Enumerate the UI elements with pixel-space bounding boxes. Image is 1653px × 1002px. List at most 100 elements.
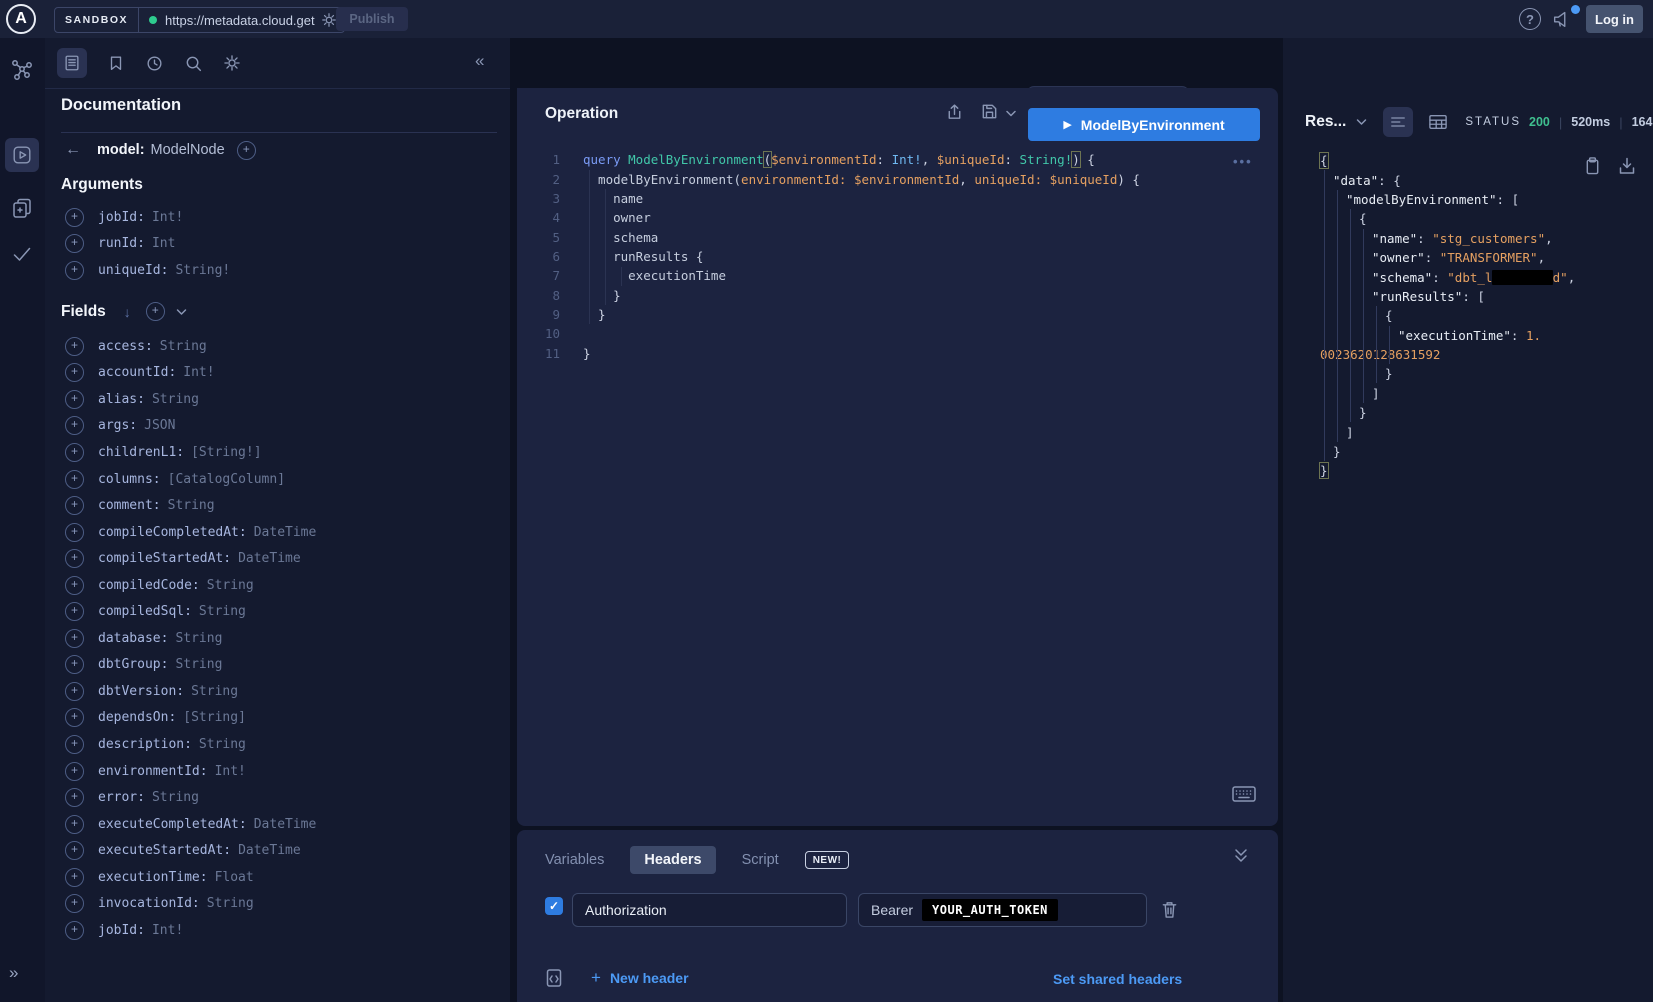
field-type[interactable]: String xyxy=(191,684,238,699)
add-field-icon[interactable]: + xyxy=(65,815,84,834)
field-row[interactable]: + invocationId: String xyxy=(45,890,510,917)
code-line[interactable]: 11} xyxy=(517,343,1257,362)
field-type[interactable]: Int xyxy=(152,236,175,251)
add-field-icon[interactable]: + xyxy=(65,921,84,940)
field-name[interactable]: dbtGroup: xyxy=(98,657,168,672)
field-name[interactable]: comment: xyxy=(98,498,161,513)
expand-rail-icon[interactable]: » xyxy=(9,963,18,983)
field-row[interactable]: +compileCompletedAt:DateTime xyxy=(45,519,510,546)
code-line[interactable]: 5 schema xyxy=(517,227,1257,246)
field-row[interactable]: + dbtVersion: String xyxy=(45,678,510,705)
publish-button[interactable]: Publish xyxy=(336,7,408,31)
field-name[interactable]: columns: xyxy=(98,472,161,487)
pretty-print-icon[interactable] xyxy=(1383,107,1413,137)
add-field-icon[interactable]: + xyxy=(65,841,84,860)
field-name[interactable]: childrenL1: xyxy=(98,445,184,460)
add-field-icon[interactable]: + xyxy=(65,629,84,648)
field-row[interactable]: +childrenL1:[String!] xyxy=(45,439,510,466)
field-name[interactable]: database: xyxy=(98,631,168,646)
field-name[interactable]: compiledCode: xyxy=(98,578,200,593)
add-field-icon[interactable]: + xyxy=(237,141,256,160)
add-field-icon[interactable]: + xyxy=(65,735,84,754)
field-row[interactable]: +description:String xyxy=(45,731,510,758)
apollo-logo[interactable]: A xyxy=(6,4,36,34)
history-icon[interactable] xyxy=(145,54,164,73)
field-name[interactable]: args: xyxy=(98,418,137,433)
field-type[interactable]: DateTime xyxy=(238,843,301,858)
field-type[interactable]: DateTime xyxy=(254,525,317,540)
code-line[interactable]: 8 } xyxy=(517,285,1257,304)
field-name[interactable]: invocationId: xyxy=(98,896,200,911)
field-type[interactable]: String xyxy=(207,578,254,593)
tab-headers[interactable]: Headers xyxy=(630,846,715,874)
megaphone-icon[interactable] xyxy=(1551,8,1573,30)
set-shared-headers-link[interactable]: Set shared headers xyxy=(1053,971,1182,987)
tab-variables[interactable]: Variables xyxy=(545,852,604,868)
field-row[interactable]: +executionTime:Float xyxy=(45,864,510,891)
field-name[interactable]: executeStartedAt: xyxy=(98,843,231,858)
field-type[interactable]: String xyxy=(207,896,254,911)
add-field-icon[interactable]: + xyxy=(65,788,84,807)
add-field-icon[interactable]: + xyxy=(65,337,84,356)
field-row[interactable]: +access:String xyxy=(45,333,510,360)
add-field-icon[interactable]: + xyxy=(65,443,84,462)
field-name[interactable]: compileCompletedAt: xyxy=(98,525,247,540)
field-row[interactable]: +jobId:Int! xyxy=(45,204,510,231)
field-name[interactable]: jobId: xyxy=(98,923,145,938)
graphql-code-editor[interactable]: 1query ModelByEnvironment($environmentId… xyxy=(517,150,1257,363)
collapse-section-chevrons-icon[interactable] xyxy=(1233,848,1249,864)
field-row[interactable]: + runId: Int xyxy=(45,231,510,258)
field-type[interactable]: Int! xyxy=(183,365,214,380)
new-header-button[interactable]: + New header xyxy=(591,968,689,988)
auth-token-value[interactable]: YOUR_AUTH_TOKEN xyxy=(922,899,1058,921)
field-name[interactable]: uniqueId: xyxy=(98,263,168,278)
field-type[interactable]: String! xyxy=(175,263,230,278)
add-field-icon[interactable]: + xyxy=(65,234,84,253)
code-line[interactable]: 6 runResults { xyxy=(517,247,1257,266)
field-type[interactable]: DateTime xyxy=(238,551,301,566)
field-row[interactable]: +environmentId:Int! xyxy=(45,758,510,785)
field-name[interactable]: dbtVersion: xyxy=(98,684,184,699)
field-name[interactable]: executionTime: xyxy=(98,870,208,885)
add-field-icon[interactable]: + xyxy=(65,416,84,435)
chevron-down-icon[interactable] xyxy=(176,308,187,316)
header-value-input[interactable]: Bearer YOUR_AUTH_TOKEN xyxy=(858,893,1147,927)
add-field-icon[interactable]: + xyxy=(65,894,84,913)
field-row[interactable]: +accountId:Int! xyxy=(45,360,510,387)
documentation-tab-icon[interactable] xyxy=(57,48,87,78)
field-row[interactable]: +dependsOn:[String] xyxy=(45,705,510,732)
field-type[interactable]: [CatalogColumn] xyxy=(168,472,285,487)
field-type[interactable]: Float xyxy=(215,870,254,885)
field-type[interactable]: String xyxy=(152,790,199,805)
field-name[interactable]: dependsOn: xyxy=(98,710,176,725)
field-name[interactable]: runId: xyxy=(98,236,145,251)
field-row[interactable]: + compiledCode: String xyxy=(45,572,510,599)
header-key-input[interactable]: Authorization xyxy=(572,893,847,927)
add-field-icon[interactable]: + xyxy=(65,708,84,727)
field-row[interactable]: +dbtGroup:String xyxy=(45,652,510,679)
back-arrow-icon[interactable]: ← xyxy=(65,141,81,159)
schema-graph-icon[interactable] xyxy=(10,58,34,82)
field-type[interactable]: JSON xyxy=(144,418,175,433)
field-type[interactable]: String xyxy=(160,339,207,354)
header-enabled-checkbox[interactable]: ✓ xyxy=(545,897,563,915)
field-row[interactable]: + uniqueId: String! xyxy=(45,257,510,284)
field-type[interactable]: String xyxy=(175,631,222,646)
field-name[interactable]: jobId: xyxy=(98,210,145,225)
code-line[interactable]: 7 executionTime xyxy=(517,266,1257,285)
share-icon[interactable] xyxy=(945,102,964,122)
code-line[interactable]: 1query ModelByEnvironment($environmentId… xyxy=(517,150,1257,169)
delete-header-trash-icon[interactable] xyxy=(1161,900,1178,919)
field-type[interactable]: DateTime xyxy=(254,817,317,832)
field-name[interactable]: accountId: xyxy=(98,365,176,380)
keyboard-shortcuts-icon[interactable] xyxy=(1232,786,1256,802)
add-field-icon[interactable]: + xyxy=(65,576,84,595)
settings-gear-icon[interactable] xyxy=(223,54,241,72)
add-field-icon[interactable]: + xyxy=(65,682,84,701)
add-field-icon[interactable]: + xyxy=(65,261,84,280)
field-row[interactable]: + args: JSON xyxy=(45,413,510,440)
field-type[interactable]: String xyxy=(168,498,215,513)
field-type[interactable]: Int! xyxy=(152,923,183,938)
save-options-chevron-icon[interactable] xyxy=(1006,110,1016,117)
field-name[interactable]: alias: xyxy=(98,392,145,407)
